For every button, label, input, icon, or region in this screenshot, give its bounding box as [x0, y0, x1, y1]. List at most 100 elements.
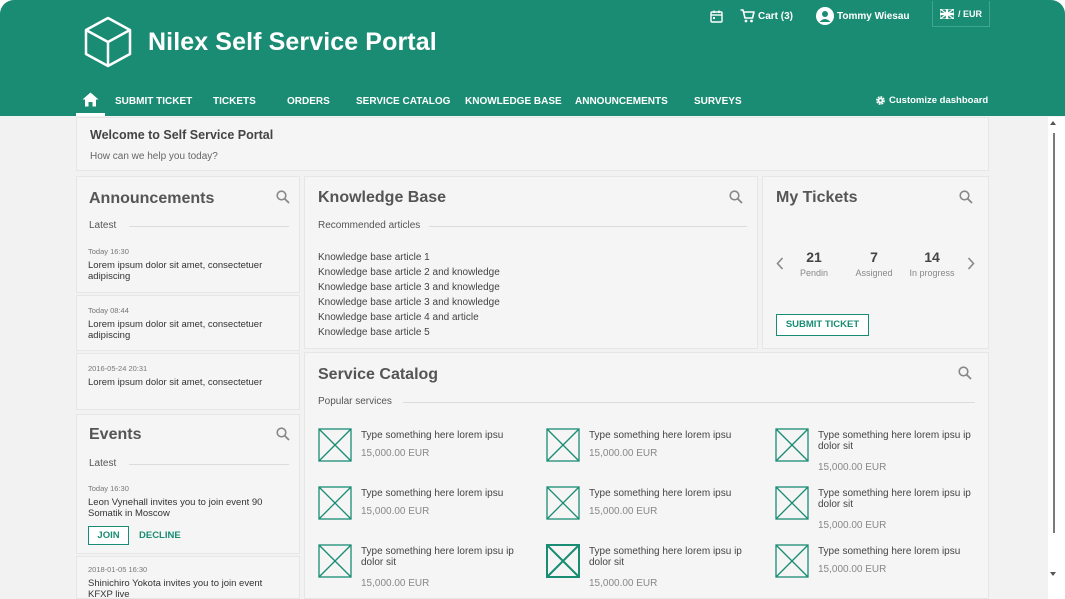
- header: Nilex Self Service Portal Cart (3) Tommy…: [0, 0, 1065, 116]
- service-catalog-title: Service Catalog: [318, 366, 439, 383]
- nav-surveys[interactable]: SURVEYS: [694, 96, 742, 107]
- cart-button[interactable]: Cart (3): [740, 8, 793, 24]
- chevron-right-icon[interactable]: [967, 257, 975, 270]
- scroll-down-arrow-icon[interactable]: [1050, 572, 1056, 576]
- user-avatar-icon: [816, 7, 834, 25]
- kb-article-link[interactable]: Knowledge base article 5: [318, 327, 430, 338]
- calendar-icon: [710, 10, 723, 23]
- ticket-stat-count[interactable]: 21: [784, 249, 844, 265]
- kb-article-link[interactable]: Knowledge base article 1: [318, 252, 430, 263]
- customize-label: Customize dashboard: [889, 95, 989, 106]
- cube-logo-icon: [84, 16, 132, 68]
- nav-service-catalog[interactable]: SERVICE CATALOG: [356, 96, 450, 107]
- divider: [129, 464, 289, 465]
- service-item[interactable]: Type something here lorem ipsu ip dolor …: [775, 428, 995, 484]
- image-placeholder-icon: [775, 486, 809, 520]
- search-icon[interactable]: [276, 427, 290, 441]
- customize-dashboard-button[interactable]: Customize dashboard: [875, 95, 988, 106]
- service-price: 15,000.00 EUR: [361, 578, 430, 589]
- image-placeholder-icon: [775, 544, 809, 578]
- search-icon[interactable]: [958, 366, 972, 380]
- service-price: 15,000.00 EUR: [361, 448, 430, 459]
- user-menu[interactable]: Tommy Wiesau: [816, 6, 910, 26]
- submit-ticket-button[interactable]: SUBMIT TICKET: [776, 314, 869, 336]
- uk-flag-icon: [939, 8, 954, 19]
- kb-article-link[interactable]: Knowledge base article 3 and knowledge: [318, 297, 500, 308]
- welcome-panel: Welcome to Self Service Portal How can w…: [76, 117, 989, 171]
- announcements-latest-label: Latest: [89, 220, 117, 231]
- join-button[interactable]: JOIN: [88, 526, 129, 545]
- service-item[interactable]: Type something here lorem ipsu 15,000.00…: [546, 486, 766, 542]
- nav-knowledge-base[interactable]: KNOWLEDGE BASE: [465, 96, 562, 107]
- search-icon[interactable]: [959, 190, 973, 204]
- service-name: Type something here lorem ipsu: [361, 488, 504, 499]
- nav-tickets[interactable]: TICKETS: [213, 96, 256, 107]
- service-item[interactable]: Type something here lorem ipsu 15,000.00…: [546, 428, 766, 484]
- announcement-time: 2016-05-24 20:31: [88, 364, 148, 373]
- service-name: Type something here lorem ipsu: [818, 546, 961, 557]
- nav-orders[interactable]: ORDERS: [287, 96, 330, 107]
- cart-label: Cart (3): [758, 10, 794, 22]
- nav-home[interactable]: [76, 90, 105, 116]
- popular-services-label: Popular services: [318, 396, 392, 407]
- calendar-button[interactable]: [710, 8, 723, 24]
- kb-article-link[interactable]: Knowledge base article 4 and article: [318, 312, 479, 323]
- ticket-stat-count[interactable]: 14: [902, 249, 962, 265]
- announcement-text: Lorem ipsum dolor sit amet, consectetuer: [88, 377, 263, 388]
- service-price: 15,000.00 EUR: [361, 506, 430, 517]
- service-name: Type something here lorem ipsu ip dolor …: [589, 546, 742, 568]
- language-currency-selector[interactable]: / EUR: [932, 1, 990, 27]
- service-price: 15,000.00 EUR: [589, 448, 658, 459]
- service-item[interactable]: Type something here lorem ipsu 15,000.00…: [775, 544, 995, 599]
- page-scrollbar[interactable]: [1048, 117, 1065, 599]
- service-item[interactable]: Type something here lorem ipsu ip dolor …: [546, 544, 766, 599]
- divider: [129, 226, 289, 227]
- service-price: 15,000.00 EUR: [818, 520, 887, 531]
- divider: [403, 402, 975, 403]
- events-panel: Events Latest Today 16:30 Leon Vynehall …: [76, 414, 300, 554]
- event-text: Shinichiro Yokota invites you to join ev…: [88, 578, 263, 599]
- service-name: Type something here lorem ipsu ip dolor …: [818, 430, 971, 452]
- portal-window: Nilex Self Service Portal Cart (3) Tommy…: [0, 0, 1065, 599]
- chevron-left-icon[interactable]: [776, 257, 784, 270]
- nav-announcements[interactable]: ANNOUNCEMENTS: [575, 96, 668, 107]
- main-nav: SUBMIT TICKET TICKETS ORDERS SERVICE CAT…: [0, 90, 1065, 116]
- user-name: Tommy Wiesau: [837, 10, 910, 22]
- service-item[interactable]: Type something here lorem ipsu 15,000.00…: [318, 486, 538, 542]
- service-item[interactable]: Type something here lorem ipsu ip dolor …: [775, 486, 995, 542]
- announcement-item[interactable]: 2016-05-24 20:31 Lorem ipsum dolor sit a…: [76, 353, 300, 410]
- announcement-time: Today 08:44: [88, 306, 129, 315]
- announcement-text: Lorem ipsum dolor sit amet, consectetuer…: [88, 319, 263, 341]
- image-placeholder-icon: [546, 544, 580, 578]
- welcome-subtitle: How can we help you today?: [90, 151, 218, 162]
- service-catalog-panel: Service Catalog Popular services Type so…: [304, 352, 989, 599]
- service-price: 15,000.00 EUR: [818, 564, 887, 575]
- service-item[interactable]: Type something here lorem ipsu 15,000.00…: [318, 428, 538, 484]
- divider: [429, 226, 747, 227]
- image-placeholder-icon: [546, 486, 580, 520]
- announcement-text[interactable]: Lorem ipsum dolor sit amet, consectetuer…: [88, 260, 288, 282]
- search-icon[interactable]: [729, 190, 743, 204]
- service-price: 15,000.00 EUR: [589, 506, 658, 517]
- scrollbar-thumb[interactable]: [1053, 133, 1055, 533]
- knowledge-base-title: Knowledge Base: [318, 189, 447, 206]
- scroll-up-arrow-icon[interactable]: [1050, 121, 1056, 125]
- event-item[interactable]: 2018-01-05 16:30 Shinichiro Yokota invit…: [76, 556, 300, 599]
- kb-article-link[interactable]: Knowledge base article 3 and knowledge: [318, 282, 500, 293]
- service-name: Type something here lorem ipsu: [589, 430, 732, 441]
- image-placeholder-icon: [318, 486, 352, 520]
- service-item[interactable]: Type something here lorem ipsu ip dolor …: [318, 544, 538, 599]
- event-text: Leon Vynehall invites you to join event …: [88, 497, 263, 519]
- portal-title: Nilex Self Service Portal: [148, 28, 437, 56]
- nav-submit-ticket[interactable]: SUBMIT TICKET: [115, 96, 192, 107]
- announcements-title: Announcements: [89, 190, 215, 207]
- ticket-stat-label: In progress: [909, 268, 955, 278]
- decline-button[interactable]: DECLINE: [139, 530, 181, 541]
- my-tickets-panel: My Tickets 21 Pendin 7 Assigned 14 In pr…: [762, 176, 989, 349]
- announcement-item[interactable]: Today 08:44 Lorem ipsum dolor sit amet, …: [76, 295, 300, 351]
- welcome-title: Welcome to Self Service Portal: [90, 128, 274, 142]
- announcement-time: Today 16:30: [88, 247, 129, 256]
- kb-article-link[interactable]: Knowledge base article 2 and knowledge: [318, 267, 500, 278]
- ticket-stat-count[interactable]: 7: [844, 249, 904, 265]
- search-icon[interactable]: [276, 190, 290, 204]
